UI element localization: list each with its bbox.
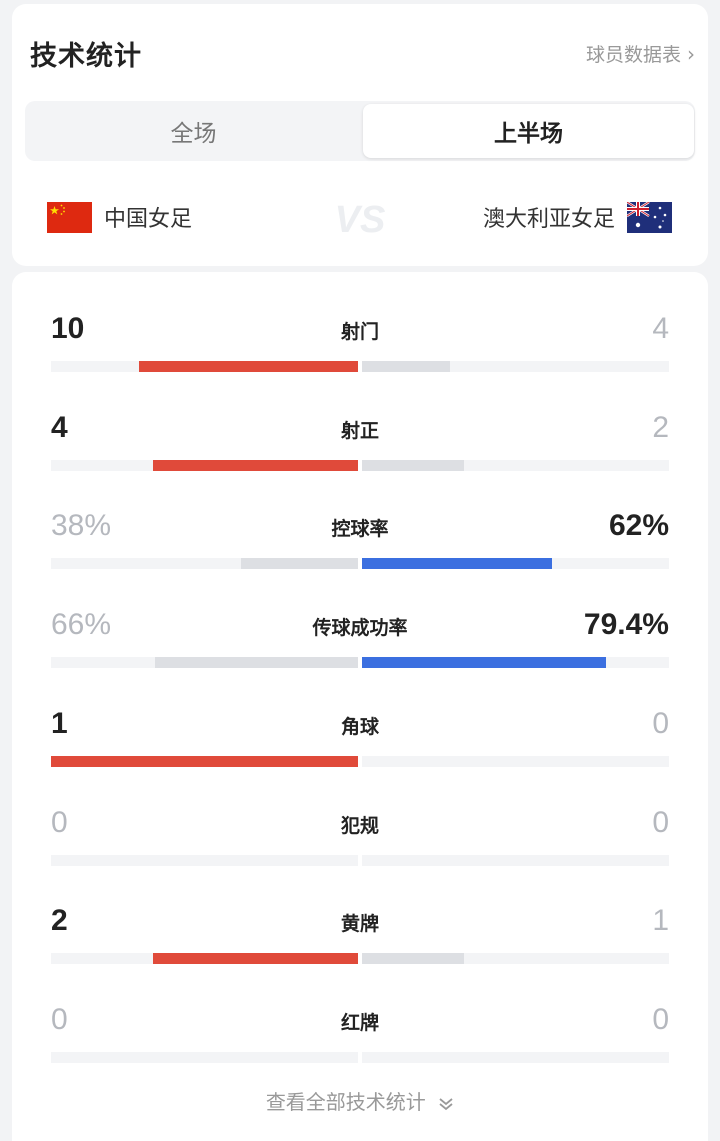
stat-label: 传球成功率 (312, 617, 408, 639)
home-bar-track (51, 1052, 358, 1063)
away-bar-track (362, 460, 669, 471)
vs-label: VS (335, 199, 386, 240)
home-bar-track (51, 657, 358, 668)
home-bar (153, 953, 358, 964)
chevron-right-icon: › (687, 41, 695, 66)
home-bar-track (51, 953, 358, 964)
stat-row-possession: 38% 控球率 62% (51, 508, 669, 578)
home-team: 中国女足 (47, 201, 192, 233)
stat-row-shots: 10 射门 4 (51, 311, 669, 381)
away-value: 0 (652, 806, 669, 839)
home-bar (153, 460, 358, 471)
tab-full-match[interactable]: 全场 (28, 104, 359, 158)
australia-flag-icon (627, 201, 672, 233)
china-flag-icon (47, 201, 92, 233)
away-value: 2 (652, 411, 669, 444)
stat-label: 射正 (340, 420, 379, 442)
stat-label: 角球 (340, 716, 379, 738)
away-value: 0 (652, 707, 669, 740)
home-bar-track (51, 361, 358, 372)
page-title: 技术统计 (30, 41, 142, 72)
tab-first-half[interactable]: 上半场 (363, 104, 694, 158)
stat-label: 红牌 (340, 1012, 379, 1034)
home-bar (155, 657, 358, 668)
away-bar-track (362, 953, 669, 964)
stat-row-fouls: 0 犯规 0 (51, 805, 669, 875)
away-bar (362, 460, 464, 471)
stat-row-corners: 1 角球 0 (51, 706, 669, 776)
home-team-name: 中国女足 (104, 207, 193, 232)
home-bar-track (51, 460, 358, 471)
vs-icon: VS (335, 199, 386, 240)
stat-row-red-cards: 0 红牌 0 (51, 1002, 669, 1072)
home-bar-track (51, 855, 358, 866)
stat-label: 射门 (340, 321, 379, 343)
away-bar (362, 657, 606, 668)
away-bar-track (362, 657, 669, 668)
stat-row-shots-on-target: 4 射正 2 (51, 410, 669, 480)
away-value: 0 (652, 1003, 669, 1036)
away-bar (362, 558, 552, 569)
stat-label: 黄牌 (340, 913, 379, 935)
stat-row-pass-accuracy: 66% 传球成功率 79.4% (51, 607, 669, 677)
stat-row-yellow-cards: 2 黄牌 1 (51, 903, 669, 973)
stat-label: 控球率 (331, 518, 389, 540)
away-value: 4 (652, 312, 669, 345)
player-stats-link[interactable]: 球员数据表 › (586, 40, 695, 67)
away-bar-track (362, 1052, 669, 1063)
away-value: 79.4% (583, 608, 669, 641)
away-bar-track (362, 558, 669, 569)
home-bar-track (51, 756, 358, 767)
away-value: 1 (652, 904, 669, 937)
home-bar (139, 361, 358, 372)
away-bar-track (362, 361, 669, 372)
away-bar-track (362, 855, 669, 866)
view-all-stats-button[interactable]: 查看全部技术统计 (0, 1086, 720, 1115)
home-bar (241, 558, 358, 569)
home-bar-track (51, 558, 358, 569)
away-bar-track (362, 756, 669, 767)
away-value: 62% (608, 509, 669, 542)
double-chevron-down-icon (439, 1097, 453, 1110)
view-all-stats-label: 查看全部技术统计 (265, 1090, 426, 1114)
away-bar (362, 361, 450, 372)
stat-label: 犯规 (340, 815, 379, 837)
away-team: 澳大利亚女足 (483, 201, 672, 233)
away-bar (362, 953, 464, 964)
player-stats-link-label: 球员数据表 (585, 44, 681, 66)
period-tabs: 全场 上半场 (25, 101, 695, 161)
away-team-name: 澳大利亚女足 (482, 207, 615, 232)
home-bar (51, 756, 358, 767)
